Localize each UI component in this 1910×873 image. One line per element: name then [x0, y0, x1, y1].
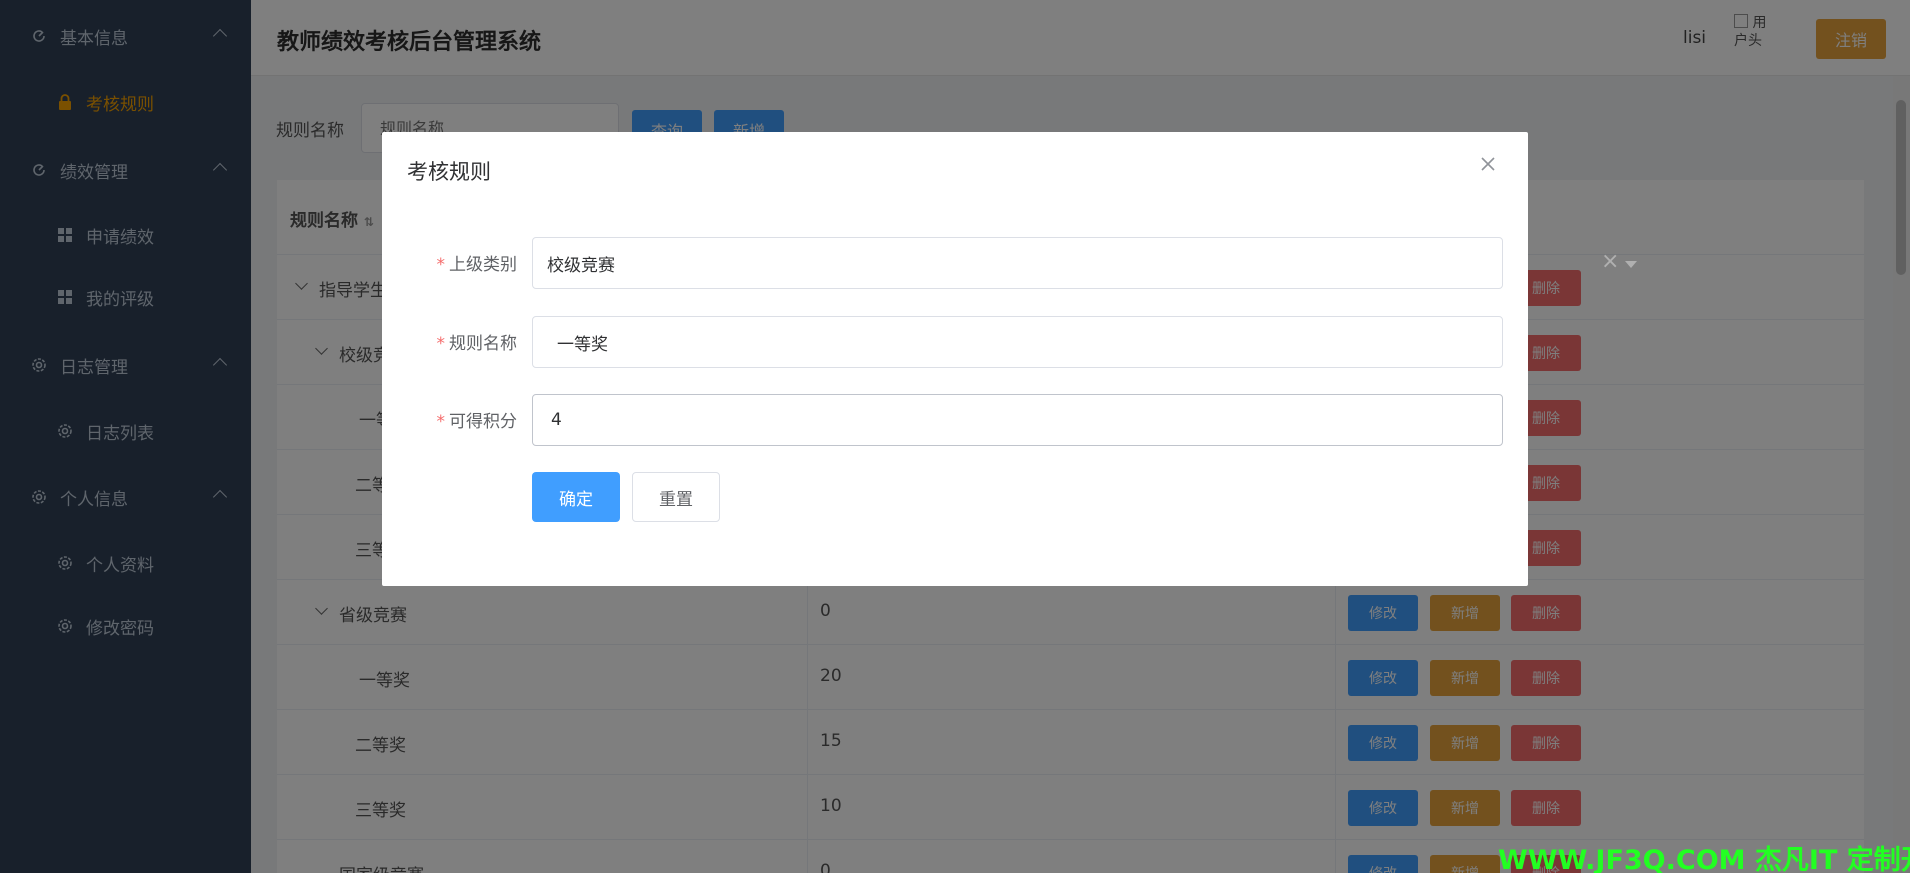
points-input[interactable]	[532, 394, 1503, 446]
rule-name-input[interactable]	[532, 316, 1503, 368]
parent-category-value: 校级竞赛	[547, 255, 615, 276]
confirm-button[interactable]: 确定	[532, 472, 620, 522]
close-icon[interactable]	[1480, 156, 1502, 178]
watermark-text: WWW.JF3Q.COM 杰凡IT 定制开发	[1498, 845, 1910, 873]
dialog-title: 考核规则	[407, 160, 491, 184]
chevron-down-icon[interactable]	[1625, 261, 1637, 268]
clear-icon[interactable]: ×	[1601, 249, 1619, 274]
points-label: * 可得积分	[436, 412, 518, 432]
parent-category-select[interactable]: 校级竞赛 ×	[532, 237, 1637, 289]
reset-button[interactable]: 重置	[632, 472, 720, 522]
parent-category-label: * 上级类别	[436, 255, 518, 275]
rule-name-label: * 规则名称	[436, 334, 518, 354]
rule-dialog: 考核规则 *上级类别 校级竞赛 × *规则名称 *可得积分 确定 重置	[382, 132, 1637, 586]
